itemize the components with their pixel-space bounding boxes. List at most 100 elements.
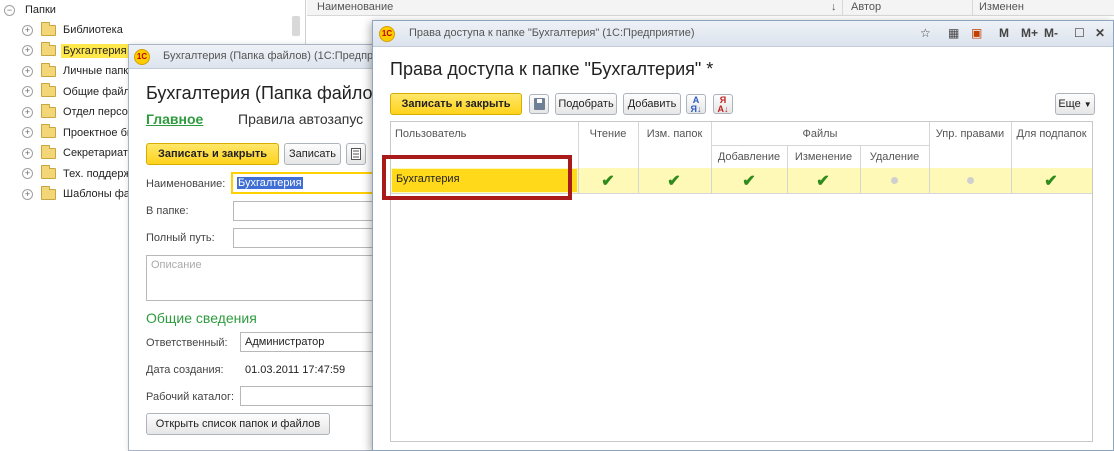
- responsible-field[interactable]: Администратор: [240, 332, 379, 352]
- chevron-down-icon: ▼: [1083, 99, 1092, 109]
- list-icon[interactable]: [346, 143, 366, 165]
- expand-icon[interactable]: +: [22, 188, 33, 200]
- description-field[interactable]: Описание: [146, 255, 379, 301]
- tree-item[interactable]: + Проектное бн: [22, 123, 135, 143]
- unchecked-dot-icon[interactable]: [967, 177, 974, 184]
- memory-m-plus-button[interactable]: M+: [1021, 26, 1038, 40]
- more-menu-label: Еще: [1058, 98, 1081, 110]
- close-window-icon[interactable]: ✕: [1095, 26, 1105, 40]
- access-rights-title: Права доступа к папке "Бухгалтерия" (1С:…: [409, 27, 695, 39]
- general-info-section: Общие сведения: [146, 310, 257, 326]
- sort-descending-icon[interactable]: Я А↓: [713, 94, 733, 114]
- checkmark-icon[interactable]: ✔: [739, 171, 759, 191]
- add-button[interactable]: Добавить: [623, 93, 681, 115]
- 1c-logo-icon: 1С: [134, 49, 150, 65]
- name-label: Наименование:: [146, 178, 226, 190]
- folder-icon: [41, 62, 56, 77]
- calendar-icon[interactable]: ▣: [971, 26, 982, 40]
- tree-item-label: Общие файль: [63, 85, 136, 98]
- tree-item[interactable]: + Секретариат: [22, 143, 130, 163]
- column-author[interactable]: Автор: [851, 1, 881, 13]
- tree-item[interactable]: + Личные папк: [22, 61, 130, 81]
- parent-folder-field[interactable]: [233, 201, 379, 221]
- folder-form-heading: Бухгалтерия (Папка файло: [146, 83, 373, 103]
- 1c-logo-icon: 1С: [379, 26, 395, 42]
- folder-icon: [41, 165, 56, 179]
- expand-icon[interactable]: +: [22, 45, 33, 56]
- tree-item[interactable]: + Отдел персон: [22, 102, 136, 122]
- expand-icon[interactable]: +: [22, 65, 33, 77]
- folder-icon: [41, 83, 56, 97]
- more-menu-button[interactable]: Еще ▼: [1055, 93, 1095, 115]
- checkmark-icon[interactable]: ✔: [813, 171, 833, 191]
- favorite-icon[interactable]: ☆: [920, 26, 931, 40]
- tree-item[interactable]: + Бухгалтерия: [22, 41, 129, 61]
- save-disk-icon[interactable]: [529, 94, 549, 114]
- sort-ascending-icon[interactable]: А Я↓: [686, 94, 706, 114]
- created-date-value: 01.03.2011 17:47:59: [245, 364, 346, 376]
- expand-icon[interactable]: +: [22, 86, 33, 97]
- created-date-label: Дата создания:: [146, 364, 224, 376]
- tree-item[interactable]: + Шаблоны фай: [22, 184, 138, 204]
- column-change-folders[interactable]: Изм. папок: [638, 128, 711, 140]
- tree-item[interactable]: + Общие файль: [22, 82, 138, 102]
- expand-icon[interactable]: +: [22, 127, 33, 138]
- folder-form-window: 1С Бухгалтерия (Папка файлов) (1С:Предпр…: [128, 44, 379, 451]
- tree-item-label: Проектное бн: [63, 126, 133, 139]
- open-folders-list-button[interactable]: Открыть список папок и файлов: [146, 413, 330, 435]
- expand-icon[interactable]: +: [22, 147, 33, 159]
- column-changed[interactable]: Изменен: [979, 1, 1024, 13]
- tree-item[interactable]: + Библиотека: [22, 20, 125, 40]
- workdir-label: Рабочий каталог:: [146, 391, 235, 403]
- save-button[interactable]: Записать: [284, 143, 341, 165]
- folder-icon: [41, 185, 56, 200]
- column-name[interactable]: Наименование: [317, 1, 393, 13]
- description-placeholder: Описание: [151, 259, 202, 271]
- expand-icon[interactable]: +: [22, 106, 33, 118]
- checkmark-icon[interactable]: ✔: [664, 171, 684, 191]
- sort-arrow-icon[interactable]: ↓: [831, 1, 837, 13]
- tree-item[interactable]: + Тех. поддерж: [22, 164, 133, 184]
- tree-root[interactable]: − Папки: [4, 0, 58, 20]
- unchecked-dot-icon[interactable]: [891, 177, 898, 184]
- column-files-add[interactable]: Добавление: [711, 151, 787, 163]
- checkmark-icon[interactable]: ✔: [598, 171, 618, 191]
- workdir-field[interactable]: [240, 386, 379, 406]
- tab-autostart-rules[interactable]: Правила автозапус: [238, 111, 363, 127]
- collapse-icon[interactable]: −: [4, 4, 15, 16]
- tree-item-label: Шаблоны фай: [63, 188, 137, 200]
- folder-form-titlebar[interactable]: 1С Бухгалтерия (Папка файлов) (1С:Предпр…: [129, 45, 379, 69]
- rights-save-and-close-button[interactable]: Записать и закрыть: [390, 93, 522, 115]
- column-user[interactable]: Пользователь: [395, 128, 466, 140]
- column-files-change[interactable]: Изменение: [787, 151, 860, 163]
- expand-icon[interactable]: +: [22, 168, 33, 179]
- folder-icon: [41, 124, 56, 138]
- folder-icon: [41, 42, 56, 56]
- access-rights-titlebar[interactable]: 1С Права доступа к папке "Бухгалтерия" (…: [373, 21, 1113, 47]
- file-list-header: Наименование ↓ Автор Изменен: [307, 0, 1114, 16]
- tree-item-label: Личные папк: [63, 65, 129, 77]
- tree-item-label: Секретариат: [63, 147, 128, 159]
- name-field[interactable]: Бухгалтерия: [231, 172, 379, 194]
- tree-root-label: Папки: [25, 4, 56, 16]
- save-and-close-button[interactable]: Записать и закрыть: [146, 143, 279, 165]
- column-files-delete[interactable]: Удаление: [860, 151, 929, 163]
- calculator-icon[interactable]: ▦: [948, 26, 959, 40]
- tab-main[interactable]: Главное: [146, 111, 203, 127]
- parent-folder-label: В папке:: [146, 205, 189, 217]
- memory-m-minus-button[interactable]: M-: [1044, 26, 1058, 40]
- access-rights-window: 1С Права доступа к папке "Бухгалтерия" (…: [372, 20, 1114, 451]
- memory-m-button[interactable]: M: [999, 26, 1009, 40]
- responsible-value: Администратор: [245, 336, 325, 348]
- column-for-subfolders[interactable]: Для подпапок: [1011, 128, 1092, 140]
- column-read[interactable]: Чтение: [578, 128, 638, 140]
- column-manage-rights[interactable]: Упр. правами: [929, 128, 1011, 140]
- full-path-field: [233, 228, 379, 248]
- responsible-label: Ответственный:: [146, 337, 228, 349]
- tree-scrollbar[interactable]: [292, 16, 300, 36]
- full-path-label: Полный путь:: [146, 232, 215, 244]
- pick-button[interactable]: Подобрать: [555, 93, 617, 115]
- restore-window-icon[interactable]: ☐: [1074, 26, 1085, 40]
- checkmark-icon[interactable]: ✔: [1041, 171, 1061, 191]
- expand-icon[interactable]: +: [22, 24, 33, 36]
